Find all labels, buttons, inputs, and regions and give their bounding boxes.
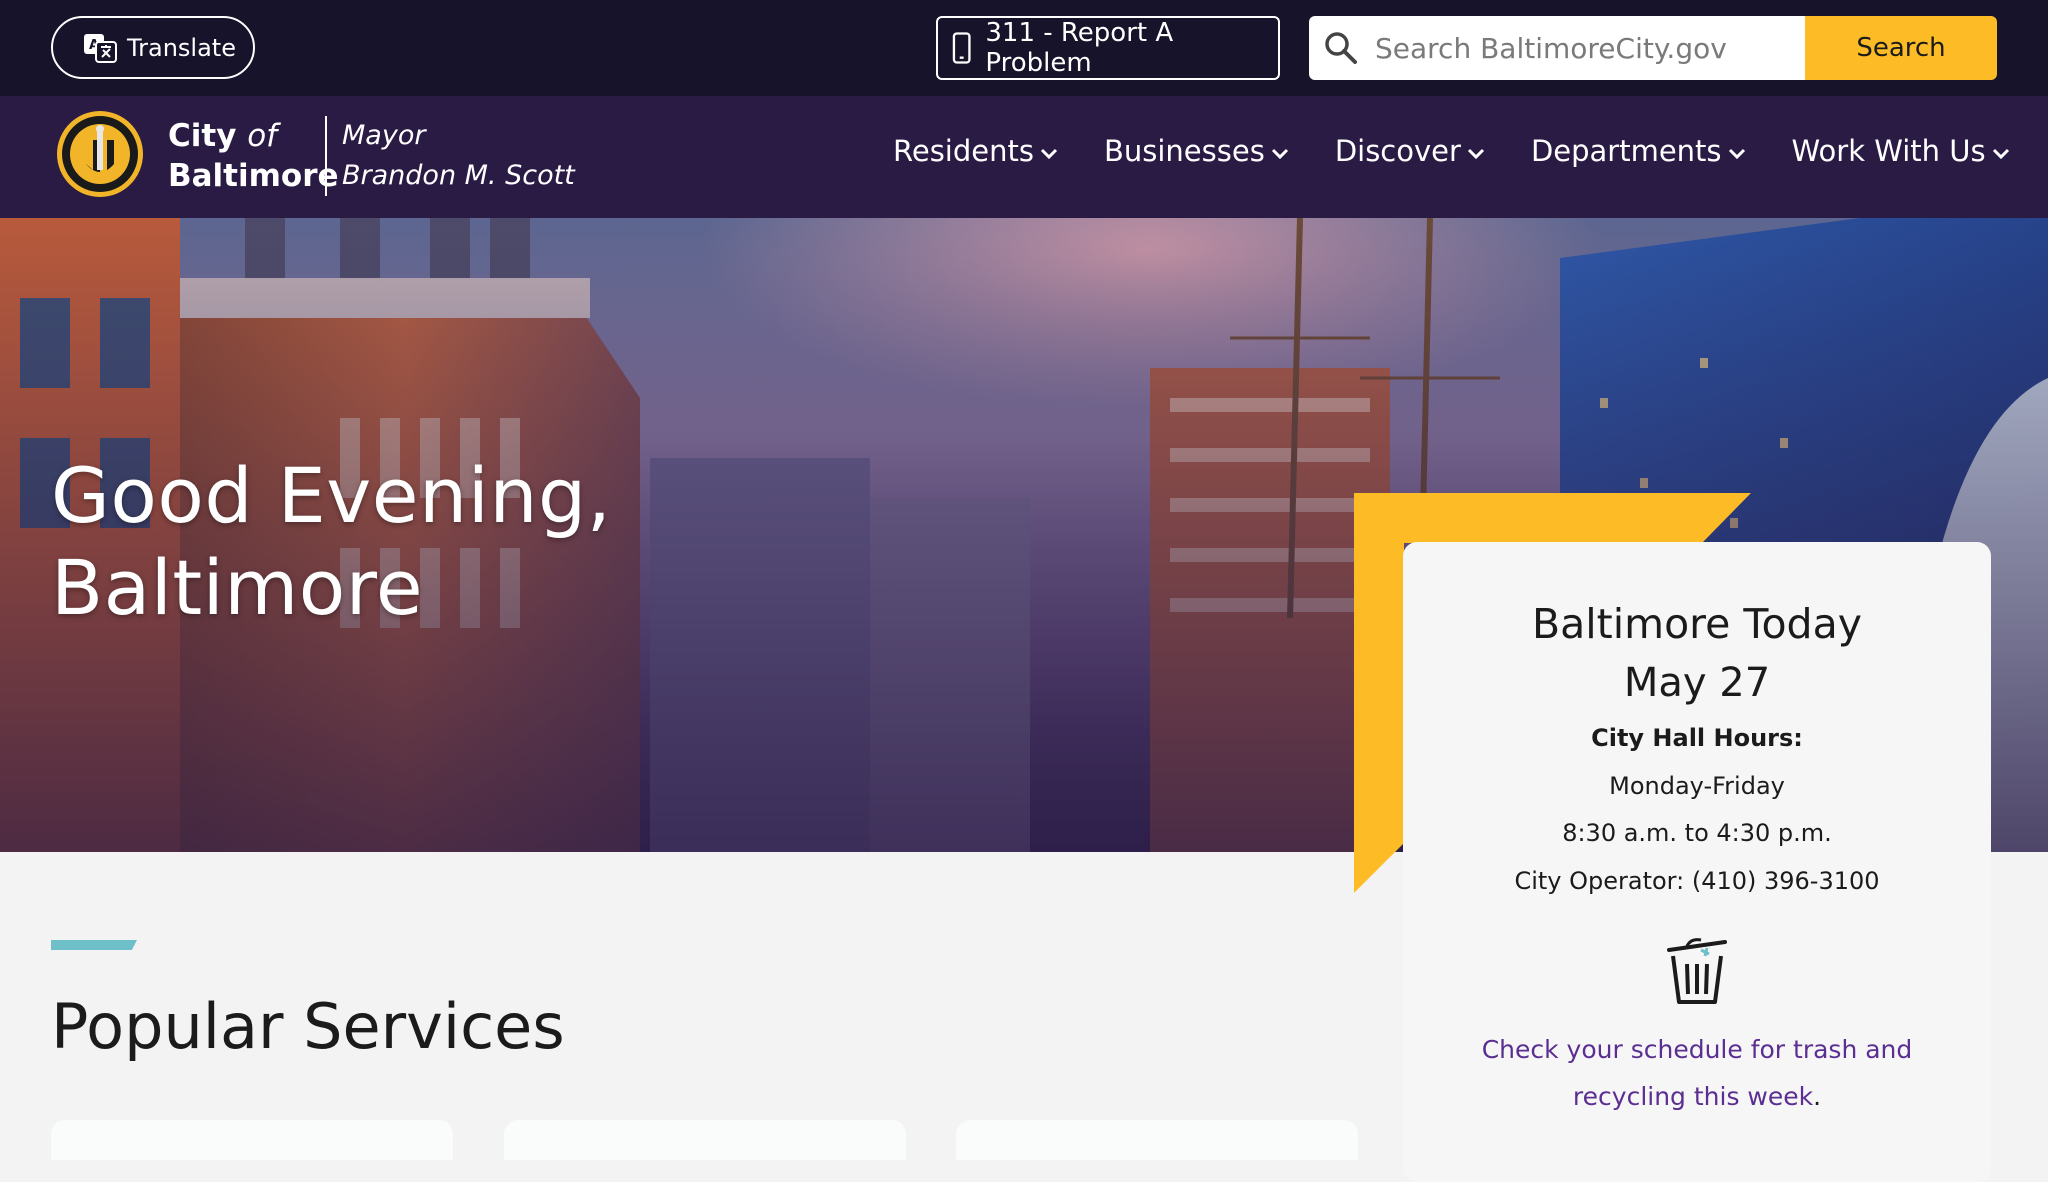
section-accent-bar — [51, 940, 137, 950]
service-card[interactable] — [956, 1120, 1358, 1160]
chevron-down-icon — [1728, 148, 1745, 160]
report-problem-label: 311 - Report A Problem — [985, 18, 1174, 78]
nav-item-label: Work With Us — [1791, 134, 1986, 168]
city-hall-hours-label: City Hall Hours: — [1591, 724, 1803, 752]
nav-item-label: Departments — [1530, 134, 1722, 168]
mobile-phone-icon — [952, 32, 971, 64]
brand-baltimore: Baltimore — [168, 158, 339, 194]
nav-item-work-with-us[interactable]: Work With Us — [1792, 134, 2010, 168]
main-navigation: City of Baltimore Mayor Brandon M. Scott… — [0, 96, 2048, 218]
service-card[interactable] — [504, 1120, 906, 1160]
mayor-title: Mayor — [342, 120, 426, 151]
city-operator: City Operator: (410) 396-3100 — [1514, 867, 1880, 895]
chevron-down-icon — [1467, 148, 1484, 160]
nav-item-label: Discover — [1334, 134, 1461, 168]
search-input[interactable] — [1373, 30, 1797, 66]
search-icon — [1325, 32, 1357, 64]
today-date: May 27 — [1623, 660, 1771, 706]
chevron-down-icon — [1040, 148, 1058, 160]
site-search: Search — [1309, 16, 1997, 80]
hero-greeting: Good Evening, Baltimore — [51, 450, 611, 634]
mayor-full-name: Brandon M. Scott — [342, 160, 575, 191]
translate-label: Translate — [127, 33, 236, 62]
nav-item-label: Businesses — [1103, 134, 1265, 168]
nav-item-label: Residents — [893, 134, 1034, 168]
report-problem-button[interactable]: 311 - Report A Problem — [936, 16, 1280, 80]
search-field[interactable] — [1309, 16, 1805, 80]
chevron-down-icon — [1992, 148, 2009, 160]
nav-menu: Residents Businesses Discover Department… — [893, 134, 2010, 168]
search-button[interactable]: Search — [1805, 16, 1997, 80]
trash-schedule-text: Check your schedule for trash and recycl… — [1433, 1026, 1961, 1120]
nav-item-businesses[interactable]: Businesses — [1104, 134, 1289, 168]
hero-greeting-line2: Baltimore — [51, 543, 424, 632]
site-brand[interactable]: City of Baltimore — [168, 116, 339, 196]
utility-bar: A Translate 311 - Report A Problem Searc… — [0, 0, 2048, 96]
hero-greeting-line1: Good Evening, — [51, 451, 612, 540]
nav-item-residents[interactable]: Residents — [893, 134, 1058, 168]
city-hall-time: 8:30 a.m. to 4:30 p.m. — [1562, 819, 1832, 847]
chevron-down-icon — [1271, 148, 1288, 160]
brand-of: of — [247, 118, 278, 154]
trash-schedule-link[interactable]: Check your schedule for trash and recycl… — [1482, 1035, 1913, 1111]
brand-city: City — [168, 118, 237, 154]
nav-item-discover[interactable]: Discover — [1335, 134, 1485, 168]
city-seal-icon[interactable] — [56, 110, 144, 198]
service-card[interactable] — [51, 1120, 453, 1160]
popular-services-heading: Popular Services — [51, 990, 565, 1063]
baltimore-today-panel: Baltimore Today May 27 City Hall Hours: … — [1403, 542, 1991, 1182]
nav-item-departments[interactable]: Departments — [1531, 134, 1746, 168]
translate-button[interactable]: A Translate — [51, 16, 255, 79]
translate-icon: A — [84, 33, 117, 63]
mayor-name: Mayor Brandon M. Scott — [342, 116, 575, 196]
brand-divider — [325, 116, 327, 196]
city-hall-days: Monday-Friday — [1609, 772, 1785, 800]
trash-link-period: . — [1813, 1082, 1822, 1111]
trash-can-icon — [1667, 938, 1727, 1004]
today-title: Baltimore Today — [1532, 600, 1862, 648]
